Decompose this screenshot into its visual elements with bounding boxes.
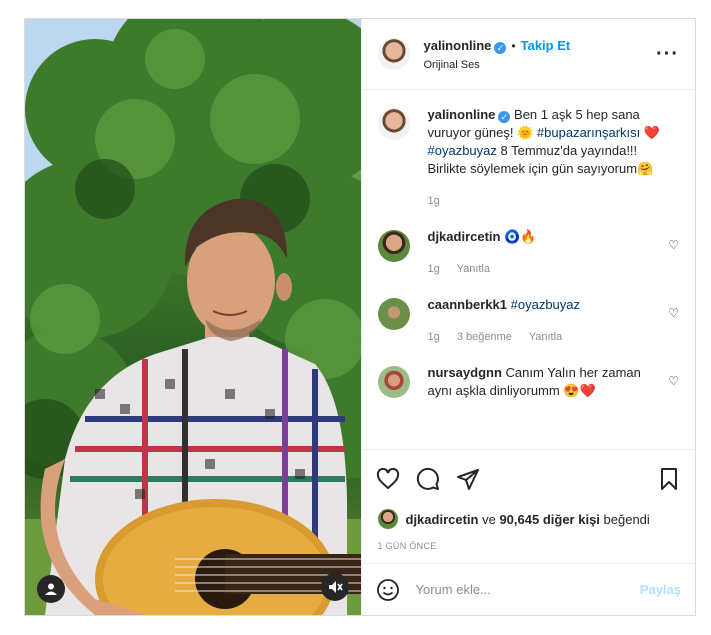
post-video[interactable] — [25, 19, 361, 615]
hashtag-link[interactable]: #bupazarınşarkısı — [537, 125, 640, 140]
author-avatar[interactable] — [377, 38, 410, 70]
audio-label[interactable]: Orijinal Ses — [424, 59, 571, 71]
reply-button[interactable]: Yanıtla — [529, 331, 562, 343]
comment-like-icon[interactable]: ♡ — [668, 238, 679, 252]
instagram-post: yalinonline ✓ • Takip Et Orijinal Ses ··· y… — [24, 18, 696, 616]
comments-list[interactable]: yalinonline ✓ Ben 1 aşk 5 hep sana vuruyo… — [362, 90, 696, 449]
liker-avatar[interactable] — [377, 509, 398, 529]
likes-summary: djkadircetin ve 90,645 diğer kişi beğend… — [362, 507, 696, 531]
more-icon[interactable]: ··· — [656, 43, 679, 66]
commenter-avatar[interactable] — [377, 298, 410, 330]
commenter-avatar[interactable] — [377, 366, 410, 398]
commenter-avatar[interactable] — [377, 230, 410, 262]
caption-username[interactable]: yalinonline — [428, 107, 496, 122]
author-info: yalinonline ✓ • Takip Et Orijinal Ses — [424, 37, 571, 71]
comment-item: nursaydgnn Canım Yalın her zaman aynı aş… — [377, 364, 679, 400]
hashtag-link[interactable]: #oyazbuyaz — [428, 143, 497, 158]
mute-icon[interactable] — [320, 573, 349, 601]
likes-others[interactable]: 90,645 diğer kişi — [499, 512, 599, 527]
sun-emoji: 🌞 — [517, 125, 534, 140]
comment-username[interactable]: caannberkk1 — [428, 297, 508, 312]
verified-icon: ✓ — [494, 42, 507, 54]
comment-like-icon[interactable]: ♡ — [668, 306, 679, 320]
post-timestamp[interactable]: 1 GÜN ÖNCE — [362, 531, 696, 563]
like-icon[interactable] — [376, 467, 400, 491]
post-side-panel: yalinonline ✓ • Takip Et Orijinal Ses ··· y… — [360, 19, 696, 615]
caption: yalinonline ✓ Ben 1 aşk 5 hep sana vuruyo… — [377, 106, 680, 210]
comment-input[interactable] — [415, 582, 640, 597]
comment-time: 1g — [427, 263, 440, 275]
post-header: yalinonline ✓ • Takip Et Orijinal Ses ··· — [361, 19, 695, 90]
share-icon[interactable] — [456, 467, 480, 491]
follow-button[interactable]: Takip Et — [521, 38, 571, 53]
hug-emoji: 🤗 — [637, 161, 654, 176]
action-bar — [361, 449, 695, 507]
comment-meta: 1g Yanıtla — [428, 260, 668, 278]
verified-icon: ✓ — [498, 111, 511, 123]
add-comment-bar: Paylaş — [361, 563, 695, 615]
save-icon[interactable] — [657, 467, 681, 491]
comment-meta: 1g 3 beğenme Yanıtla — [428, 328, 668, 346]
liker-username[interactable]: djkadircetin — [406, 512, 479, 527]
caption-meta: 1g — [428, 192, 668, 210]
comment-like-icon[interactable]: ♡ — [668, 374, 679, 388]
likes-suffix: beğendi — [603, 511, 650, 527]
comment-username[interactable]: djkadircetin — [428, 229, 501, 244]
tagged-user-icon[interactable] — [37, 575, 65, 603]
comment-text: 🧿🔥 — [504, 229, 537, 244]
hashtag-link[interactable]: #oyazbuyaz — [511, 297, 580, 312]
separator-dot: • — [511, 39, 516, 53]
author-username[interactable]: yalinonline — [424, 38, 492, 53]
comment-username[interactable]: nursaydgnn — [428, 365, 502, 380]
caption-time: 1g — [427, 195, 440, 207]
comment-item: djkadircetin 🧿🔥 1g Yanıtla ♡ — [377, 228, 679, 278]
video-frame — [25, 19, 361, 615]
comment-icon[interactable] — [416, 467, 440, 491]
reply-button[interactable]: Yanıtla — [457, 263, 490, 275]
post-comment-button[interactable]: Paylaş — [640, 582, 681, 597]
comment-likes-count[interactable]: 3 beğenme — [457, 331, 512, 343]
emoji-icon[interactable] — [376, 578, 400, 602]
heart-emoji: ❤️ — [643, 125, 661, 140]
likes-connector: ve — [482, 511, 496, 527]
comment-item: caannberkk1 #oyazbuyaz 1g 3 beğenme Yanı… — [377, 296, 679, 346]
caption-avatar[interactable] — [377, 108, 410, 140]
comment-time: 1g — [427, 331, 440, 343]
